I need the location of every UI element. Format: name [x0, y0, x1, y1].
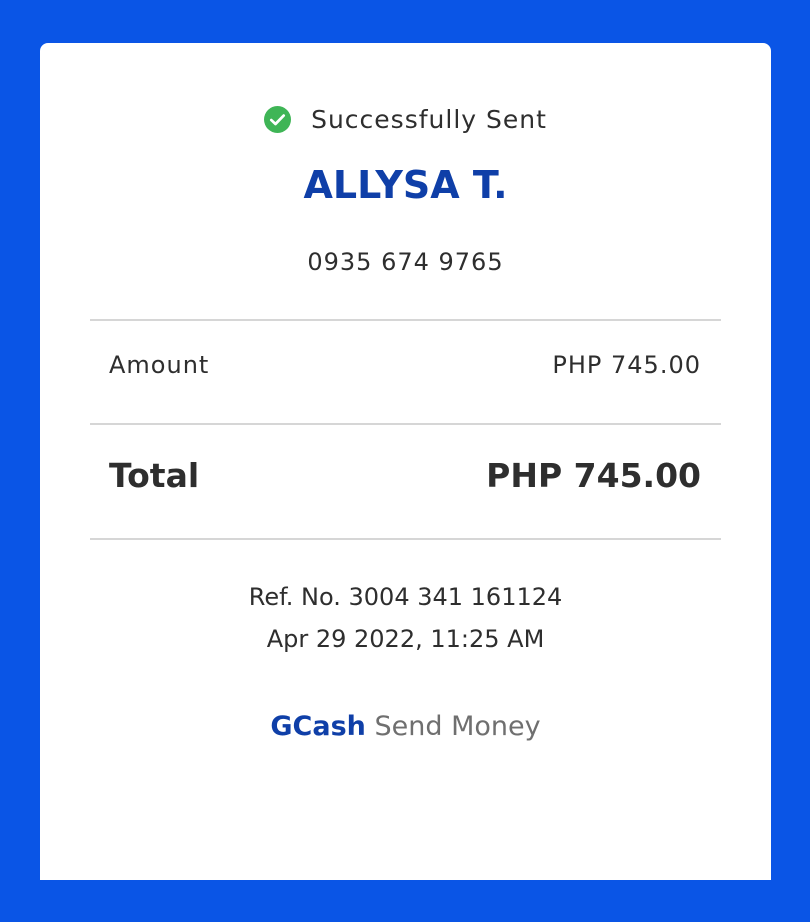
reference-number: Ref. No. 3004 341 161124	[248, 583, 563, 611]
total-value: PHP 745.00	[486, 456, 701, 495]
recipient-name: ALLYSA T.	[303, 163, 508, 207]
divider	[90, 423, 721, 425]
recipient-phone: 0935 674 9765	[307, 248, 504, 276]
brand-footer: GCash Send Money	[40, 711, 771, 742]
divider	[90, 538, 721, 540]
status-row: Successfully Sent	[40, 105, 771, 134]
brand-service: Send Money	[374, 711, 541, 742]
total-row: Total PHP 745.00	[109, 456, 701, 495]
status-text: Successfully Sent	[311, 105, 547, 134]
amount-value: PHP 745.00	[552, 351, 701, 379]
total-label: Total	[109, 456, 200, 495]
transaction-datetime: Apr 29 2022, 11:25 AM	[266, 625, 545, 653]
divider	[90, 319, 721, 321]
brand-name: GCash	[270, 711, 366, 742]
amount-row: Amount PHP 745.00	[109, 351, 701, 379]
receipt-card: Successfully Sent ALLYSA T. 0935 674 976…	[40, 43, 771, 880]
receipt-torn-edge	[40, 864, 771, 878]
amount-label: Amount	[109, 351, 210, 379]
check-circle-icon	[264, 106, 292, 133]
